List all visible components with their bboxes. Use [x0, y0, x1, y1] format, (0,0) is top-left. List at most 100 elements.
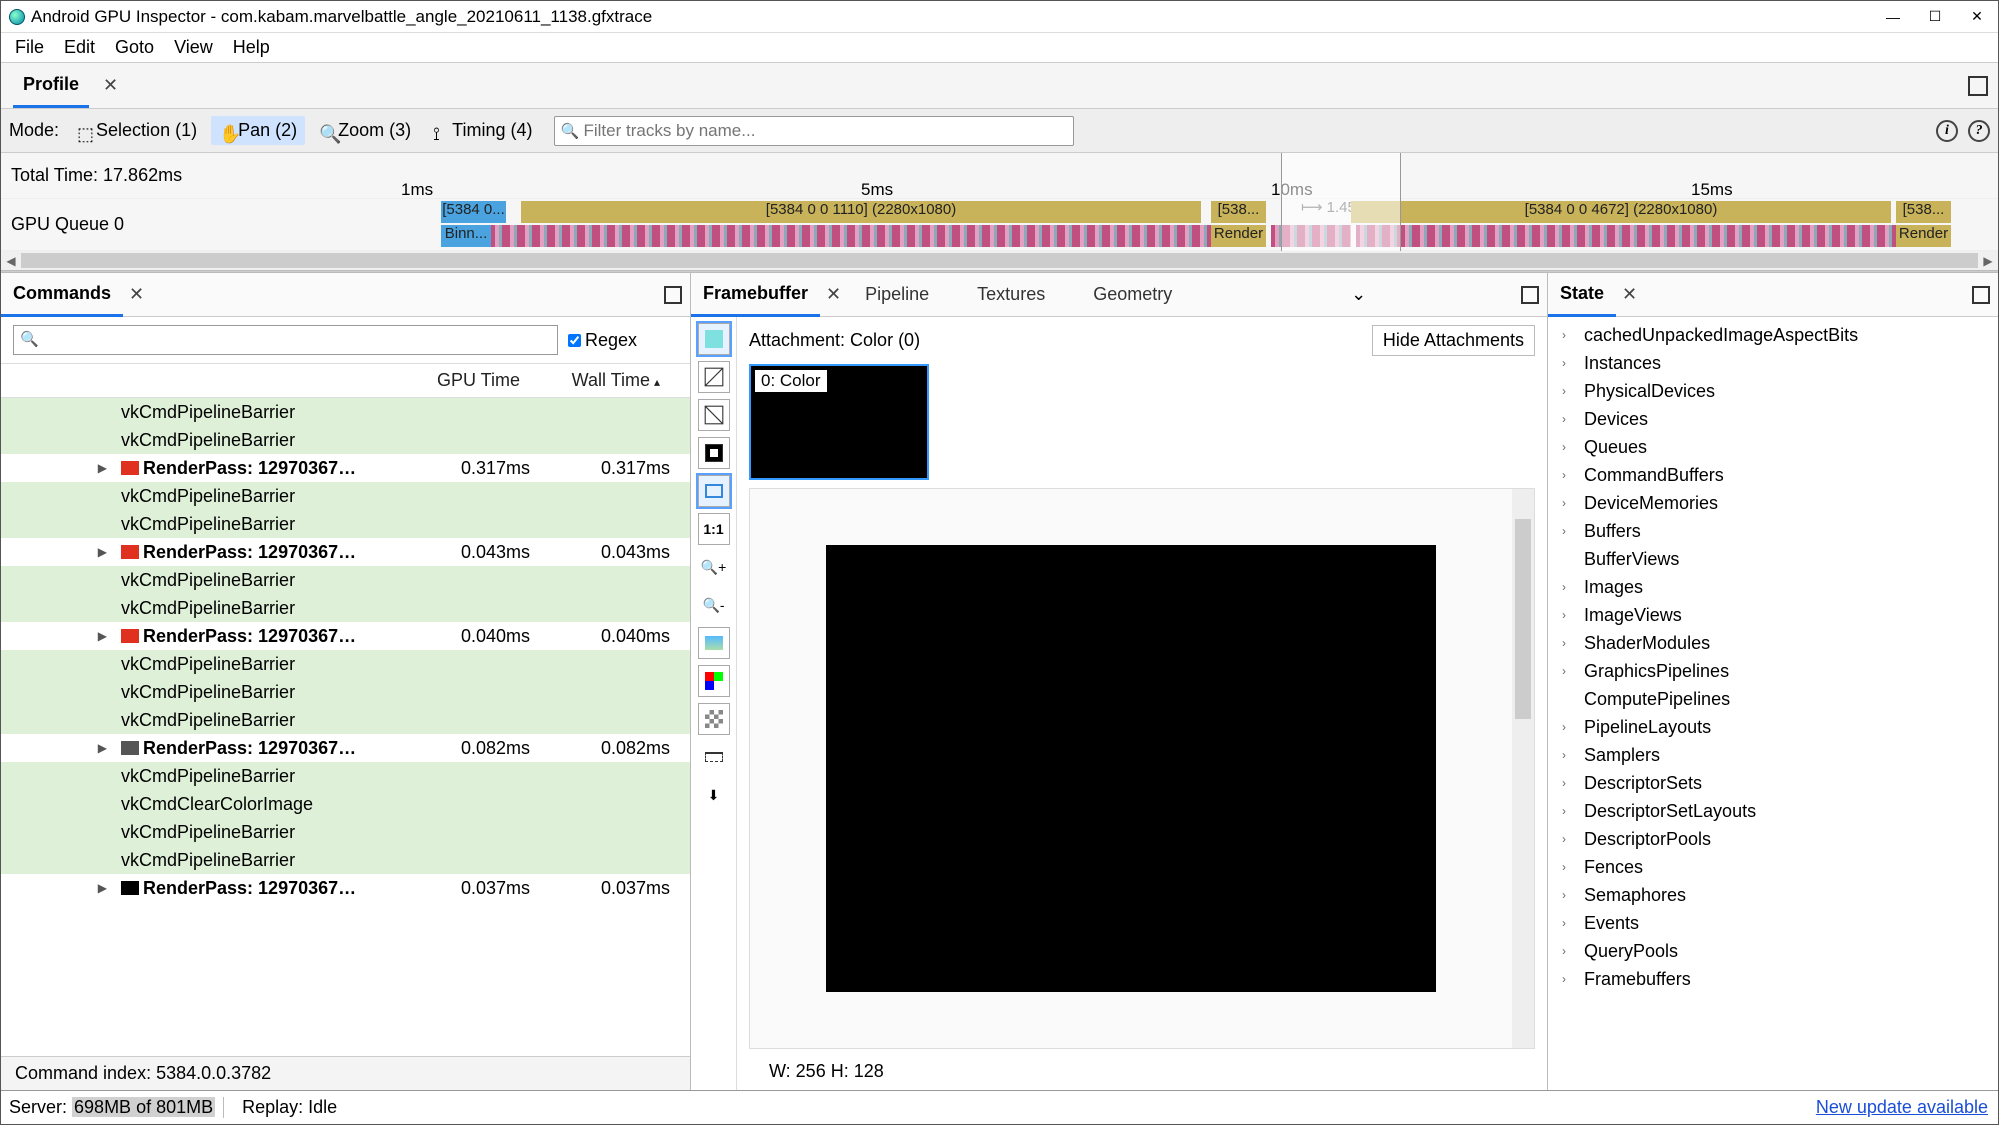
tool-wireframe-b-icon[interactable]	[698, 399, 730, 431]
expand-arrow-icon[interactable]: ▶	[98, 545, 107, 559]
state-item[interactable]: ›PhysicalDevices	[1548, 377, 1998, 405]
state-item[interactable]: ›Devices	[1548, 405, 1998, 433]
menu-help[interactable]: Help	[225, 35, 278, 60]
fullscreen-icon[interactable]	[1968, 76, 1988, 96]
expand-arrow-icon[interactable]: ▶	[98, 741, 107, 755]
tool-histogram-icon[interactable]	[698, 627, 730, 659]
tool-flip-icon[interactable]	[698, 741, 730, 773]
state-item[interactable]: ›DeviceMemories	[1548, 489, 1998, 517]
col-wall-time[interactable]: Wall Time▴	[520, 370, 680, 391]
state-item[interactable]: ›Instances	[1548, 349, 1998, 377]
menu-file[interactable]: File	[7, 35, 52, 60]
menu-edit[interactable]: Edit	[56, 35, 103, 60]
expand-icon[interactable]	[1972, 286, 1990, 304]
state-item[interactable]: ›ImageViews	[1548, 601, 1998, 629]
tool-zoom-in-icon[interactable]: 🔍+	[698, 551, 730, 583]
timeline-bar[interactable]: Render	[1896, 225, 1951, 247]
hide-attachments-button[interactable]: Hide Attachments	[1372, 325, 1535, 356]
expand-arrow-icon[interactable]: ›	[1562, 440, 1578, 454]
minimize-button[interactable]: —	[1872, 2, 1914, 32]
timeline-hscrollbar[interactable]: ◀ ▶	[1, 251, 1998, 271]
state-item[interactable]: ComputePipelines	[1548, 685, 1998, 713]
command-row[interactable]: vkCmdPipelineBarrier	[1, 566, 690, 594]
timeline-bar[interactable]: [538...	[1896, 201, 1951, 223]
timeline-bar[interactable]: [5384 0 0 1110] (2280x1080)	[521, 201, 1201, 223]
expand-arrow-icon[interactable]: ›	[1562, 860, 1578, 874]
tab-textures[interactable]: Textures	[953, 273, 1069, 316]
state-item[interactable]: ›cachedUnpackedImageAspectBits	[1548, 321, 1998, 349]
tab-pipeline[interactable]: Pipeline	[841, 273, 953, 316]
menu-goto[interactable]: Goto	[107, 35, 162, 60]
expand-arrow-icon[interactable]: ›	[1562, 384, 1578, 398]
state-item[interactable]: ›Buffers	[1548, 517, 1998, 545]
expand-icon[interactable]	[664, 286, 682, 304]
command-row[interactable]: vkCmdPipelineBarrier	[1, 762, 690, 790]
command-row[interactable]: vkCmdClearColorImage	[1, 790, 690, 818]
commands-search-input[interactable]	[14, 326, 557, 354]
tool-checker-icon[interactable]	[698, 703, 730, 735]
timeline-stripes[interactable]	[1271, 225, 1351, 247]
expand-arrow-icon[interactable]: ›	[1562, 328, 1578, 342]
command-row[interactable]: vkCmdPipelineBarrier	[1, 398, 690, 426]
expand-arrow-icon[interactable]: ›	[1562, 888, 1578, 902]
command-row[interactable]: ▶RenderPass: 12970367…0.043ms0.043ms	[1, 538, 690, 566]
expand-arrow-icon[interactable]: ›	[1562, 832, 1578, 846]
help-icon[interactable]: ?	[1968, 120, 1990, 142]
expand-arrow-icon[interactable]: ›	[1562, 636, 1578, 650]
expand-arrow-icon[interactable]: ▶	[98, 881, 107, 895]
framebuffer-preview[interactable]	[750, 489, 1512, 1048]
command-row[interactable]: vkCmdPipelineBarrier	[1, 650, 690, 678]
state-item[interactable]: ›Images	[1548, 573, 1998, 601]
scrollbar-thumb[interactable]	[21, 253, 1978, 268]
preview-vscrollbar[interactable]	[1512, 489, 1534, 1048]
command-row[interactable]: vkCmdPipelineBarrier	[1, 818, 690, 846]
tool-channels-rgb-icon[interactable]	[698, 665, 730, 697]
timeline-bar[interactable]: Binn...	[441, 225, 491, 247]
state-item[interactable]: ›DescriptorPools	[1548, 825, 1998, 853]
close-icon[interactable]: ✕	[826, 284, 841, 305]
chevron-down-icon[interactable]: ⌄	[1341, 284, 1376, 305]
col-gpu-time[interactable]: GPU Time	[370, 370, 520, 391]
timeline-bar[interactable]: [538...	[1211, 201, 1266, 223]
command-row[interactable]: vkCmdPipelineBarrier	[1, 594, 690, 622]
state-item[interactable]: ›ShaderModules	[1548, 629, 1998, 657]
expand-arrow-icon[interactable]: ›	[1562, 412, 1578, 426]
state-item[interactable]: ›DescriptorSetLayouts	[1548, 797, 1998, 825]
close-button[interactable]: ✕	[1956, 2, 1998, 32]
expand-arrow-icon[interactable]: ›	[1562, 776, 1578, 790]
close-icon[interactable]: ✕	[1622, 284, 1637, 305]
expand-icon[interactable]	[1521, 286, 1539, 304]
command-row[interactable]: ▶RenderPass: 12970367…0.317ms0.317ms	[1, 454, 690, 482]
commands-list[interactable]: vkCmdPipelineBarriervkCmdPipelineBarrier…	[1, 398, 690, 1056]
info-icon[interactable]: i	[1936, 120, 1958, 142]
timeline-bar[interactable]: Render	[1211, 225, 1266, 247]
state-item[interactable]: ›CommandBuffers	[1548, 461, 1998, 489]
expand-arrow-icon[interactable]: ›	[1562, 664, 1578, 678]
command-row[interactable]: vkCmdPipelineBarrier	[1, 846, 690, 874]
scroll-right-arrow-icon[interactable]: ▶	[1978, 251, 1998, 271]
state-item[interactable]: ›PipelineLayouts	[1548, 713, 1998, 741]
new-update-link[interactable]: New update available	[1816, 1097, 1988, 1118]
state-item[interactable]: ›Queues	[1548, 433, 1998, 461]
state-item[interactable]: ›Fences	[1548, 853, 1998, 881]
command-row[interactable]: vkCmdPipelineBarrier	[1, 482, 690, 510]
timeline-stripes[interactable]	[1356, 225, 1896, 247]
tool-fit-icon[interactable]	[698, 475, 730, 507]
state-item[interactable]: ›Samplers	[1548, 741, 1998, 769]
expand-arrow-icon[interactable]: ›	[1562, 468, 1578, 482]
tool-download-icon[interactable]: ⬇	[698, 779, 730, 811]
expand-arrow-icon[interactable]: ›	[1562, 580, 1578, 594]
state-item[interactable]: ›Framebuffers	[1548, 965, 1998, 993]
expand-arrow-icon[interactable]: ›	[1562, 524, 1578, 538]
tool-overdraw-icon[interactable]	[698, 437, 730, 469]
tab-geometry[interactable]: Geometry	[1069, 273, 1196, 316]
close-icon[interactable]: ✕	[129, 284, 144, 305]
expand-arrow-icon[interactable]: ›	[1562, 804, 1578, 818]
timeline-stripes[interactable]	[491, 225, 1211, 247]
scroll-left-arrow-icon[interactable]: ◀	[1, 251, 21, 271]
timeline-bar[interactable]: [5384 0 0 4672] (2280x1080)	[1351, 201, 1891, 223]
filter-tracks-input[interactable]	[554, 116, 1074, 146]
expand-arrow-icon[interactable]: ›	[1562, 944, 1578, 958]
expand-arrow-icon[interactable]: ›	[1562, 496, 1578, 510]
expand-arrow-icon[interactable]: ›	[1562, 720, 1578, 734]
